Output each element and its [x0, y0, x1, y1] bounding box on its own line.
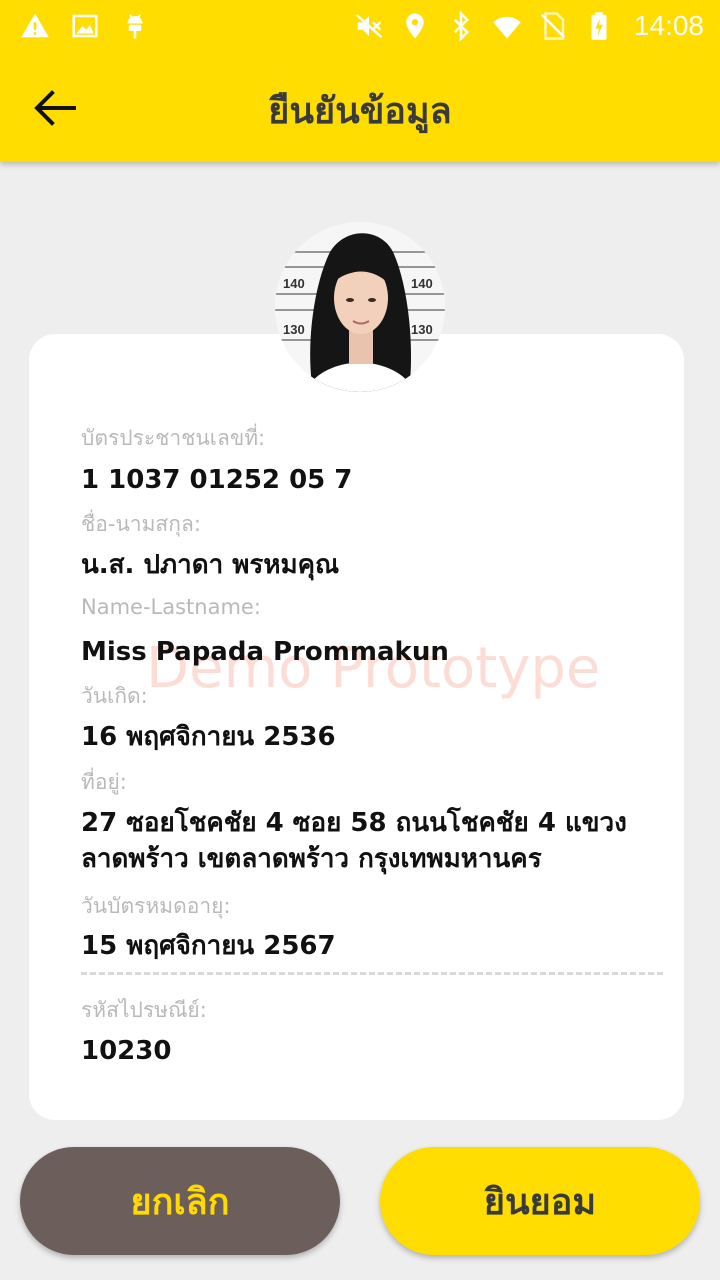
wifi-icon [492, 11, 522, 41]
postal-code-value: 10230 [81, 1036, 172, 1066]
app-bar: ยืนยันข้อมูล [0, 52, 720, 162]
location-icon [400, 11, 430, 41]
address-value-line1: 27 ซอยโชคชัย 4 ซอย 58 ถนนโชคชัย 4 แขวง [81, 808, 627, 838]
battery-charging-icon [584, 11, 614, 41]
bluetooth-icon [446, 11, 476, 41]
postal-code-label: รหัสไปรษณีย์: [81, 998, 207, 1022]
top-bar: 14:08 ยืนยันข้อมูล [0, 0, 720, 162]
status-right-icons: 14:08 [354, 10, 704, 42]
english-name-label: Name-Lastname: [81, 595, 261, 619]
birthdate-label: วันเกิด: [81, 684, 148, 708]
android-icon [120, 11, 150, 41]
english-name-value: Miss Papada Prommakun [81, 637, 449, 667]
thai-name-label: ชื่อ-นามสกุล: [81, 512, 201, 536]
warning-icon [20, 11, 50, 41]
height-mark-left-top: 140 [283, 276, 305, 291]
height-mark-left-bottom: 130 [283, 322, 305, 337]
birthdate-value: 16 พฤศจิกายน 2536 [81, 722, 336, 752]
thai-name-value: น.ส. ปภาดา พรหมคุณ [81, 550, 340, 580]
id-number-label: บัตรประชาชนเลขที่: [81, 426, 266, 450]
id-number-value: 1 1037 01252 05 7 [81, 465, 353, 495]
accept-button[interactable]: ยินยอม [380, 1147, 700, 1255]
height-mark-right-bottom: 130 [411, 322, 433, 337]
info-card: บัตรประชาชนเลขที่: 1 1037 01252 05 7 ชื่… [29, 334, 684, 1120]
status-left-icons [20, 11, 150, 41]
cancel-button[interactable]: ยกเลิก [20, 1147, 340, 1255]
page-title: ยืนยันข้อมูล [268, 91, 452, 132]
address-label: ที่อยู่: [81, 770, 127, 794]
no-sim-icon [538, 11, 568, 41]
dashed-divider [81, 972, 663, 975]
profile-photo: 140 140 130 130 [275, 222, 445, 392]
height-mark-right-top: 140 [411, 276, 433, 291]
image-icon [70, 11, 100, 41]
expiry-label: วันบัตรหมดอายุ: [81, 894, 231, 918]
clock: 14:08 [633, 10, 704, 41]
expiry-value: 15 พฤศจิกายน 2567 [81, 931, 336, 961]
address-value-line2: ลาดพร้าว เขตลาดพร้าว กรุงเทพมหานคร [81, 844, 542, 874]
status-bar: 14:08 [0, 0, 720, 52]
mute-icon [354, 11, 384, 41]
